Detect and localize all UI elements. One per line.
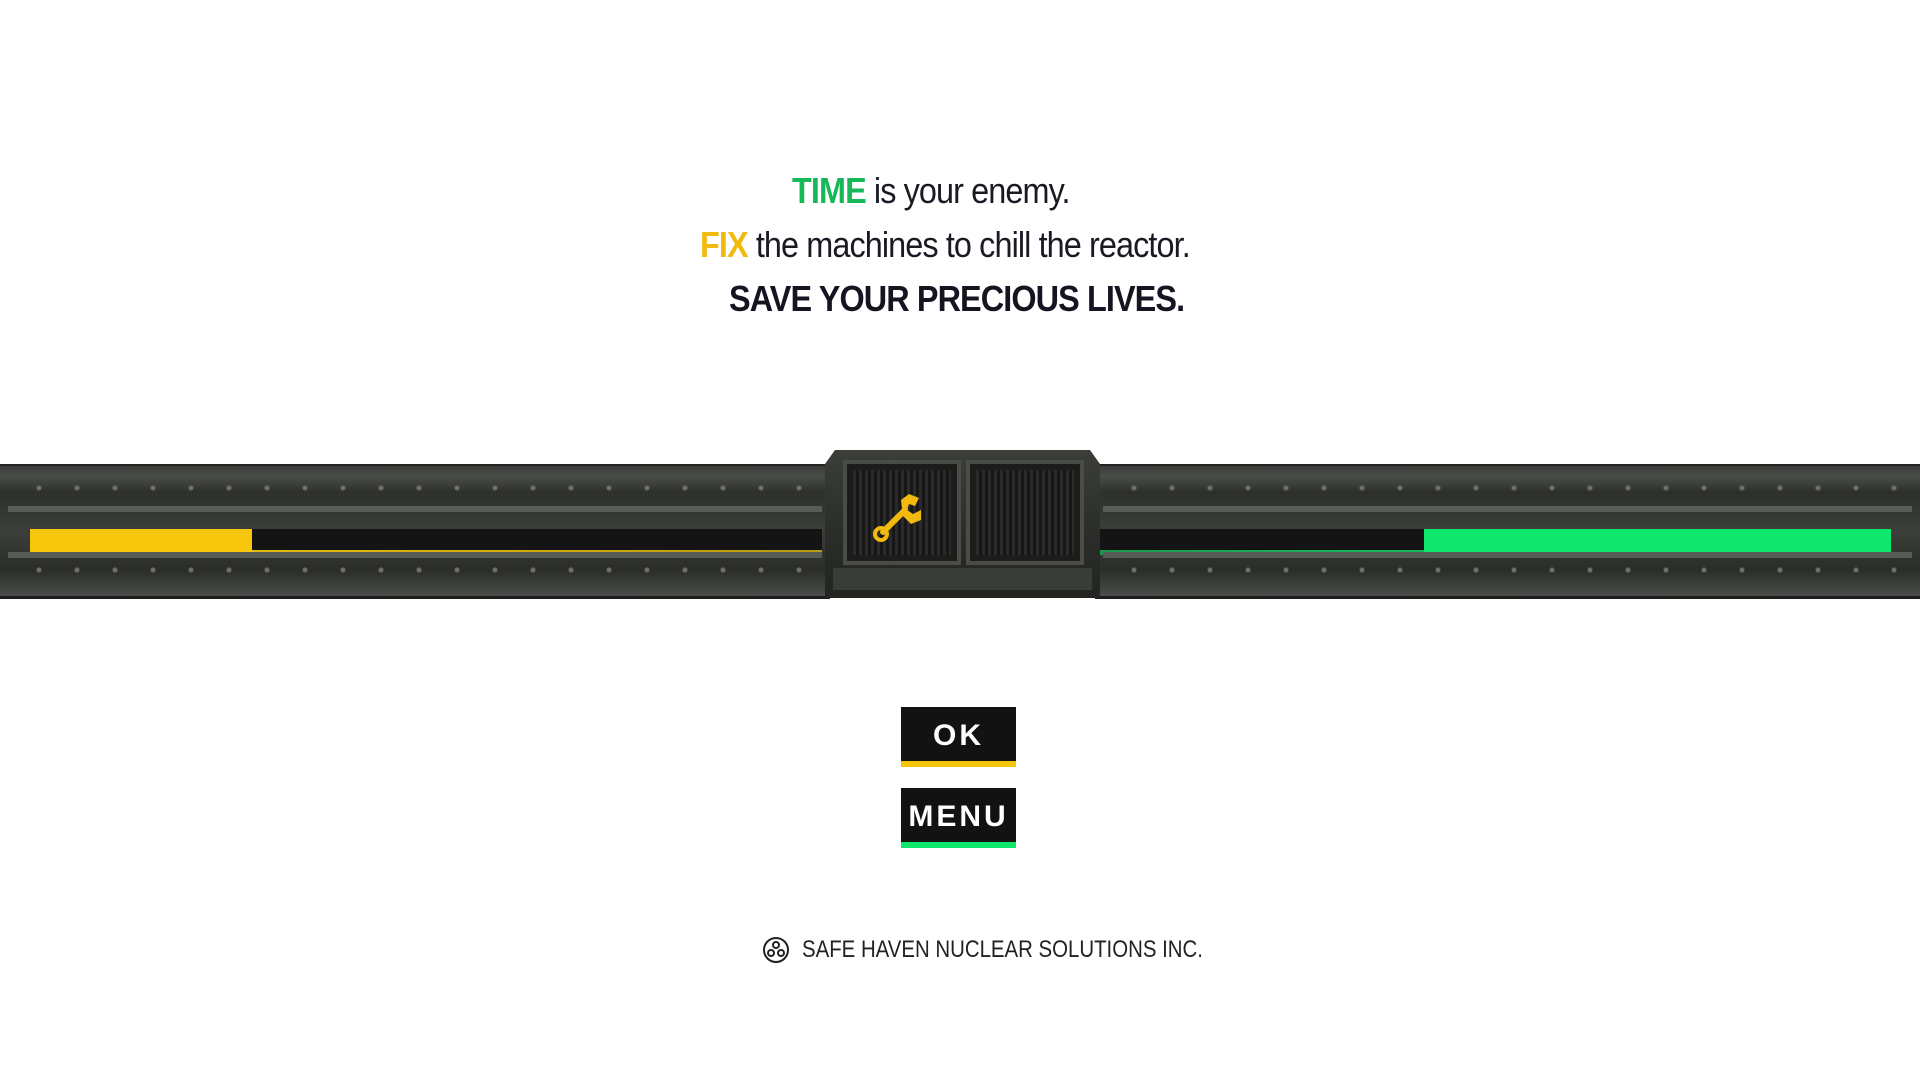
- keyword-fix: FIX: [700, 224, 749, 265]
- machine-slot-1[interactable]: [843, 460, 961, 565]
- intro-line-2-rest: the machines to chill the reactor.: [747, 224, 1191, 265]
- vent-grille: [976, 470, 1074, 555]
- rail-groove: [8, 506, 822, 512]
- rivets: [1115, 484, 1900, 492]
- hub-base: [833, 568, 1092, 590]
- footer: SAFE HAVEN NUCLEAR SOLUTIONS INC.: [762, 935, 1274, 965]
- rivets: [20, 566, 810, 574]
- rivets: [20, 484, 810, 492]
- ok-button[interactable]: OK: [901, 707, 1016, 767]
- menu-button[interactable]: MENU: [901, 788, 1016, 848]
- reactor-machine-bar: [0, 450, 1920, 605]
- wrench-icon: [873, 494, 921, 542]
- left-rail: [0, 464, 830, 599]
- nuclear-logo-icon: [763, 937, 789, 963]
- intro-line-1-rest: is your enemy.: [865, 170, 1071, 211]
- intro-line-1: TIME is your enemy.: [792, 170, 1070, 212]
- intro-line-3: SAVE YOUR PRECIOUS LIVES.: [729, 278, 1185, 319]
- company-name: SAFE HAVEN NUCLEAR SOLUTIONS INC.: [802, 936, 1203, 963]
- keyword-time: TIME: [792, 170, 867, 211]
- machine-hub: [825, 450, 1100, 598]
- rail-groove: [1103, 506, 1912, 512]
- right-rail: [1095, 464, 1920, 599]
- rail-groove: [1103, 552, 1912, 558]
- machine-slot-2[interactable]: [966, 460, 1084, 565]
- intro-line-2: FIX the machines to chill the reactor.: [700, 224, 1191, 266]
- rivets: [1115, 566, 1900, 574]
- rail-groove: [8, 552, 822, 558]
